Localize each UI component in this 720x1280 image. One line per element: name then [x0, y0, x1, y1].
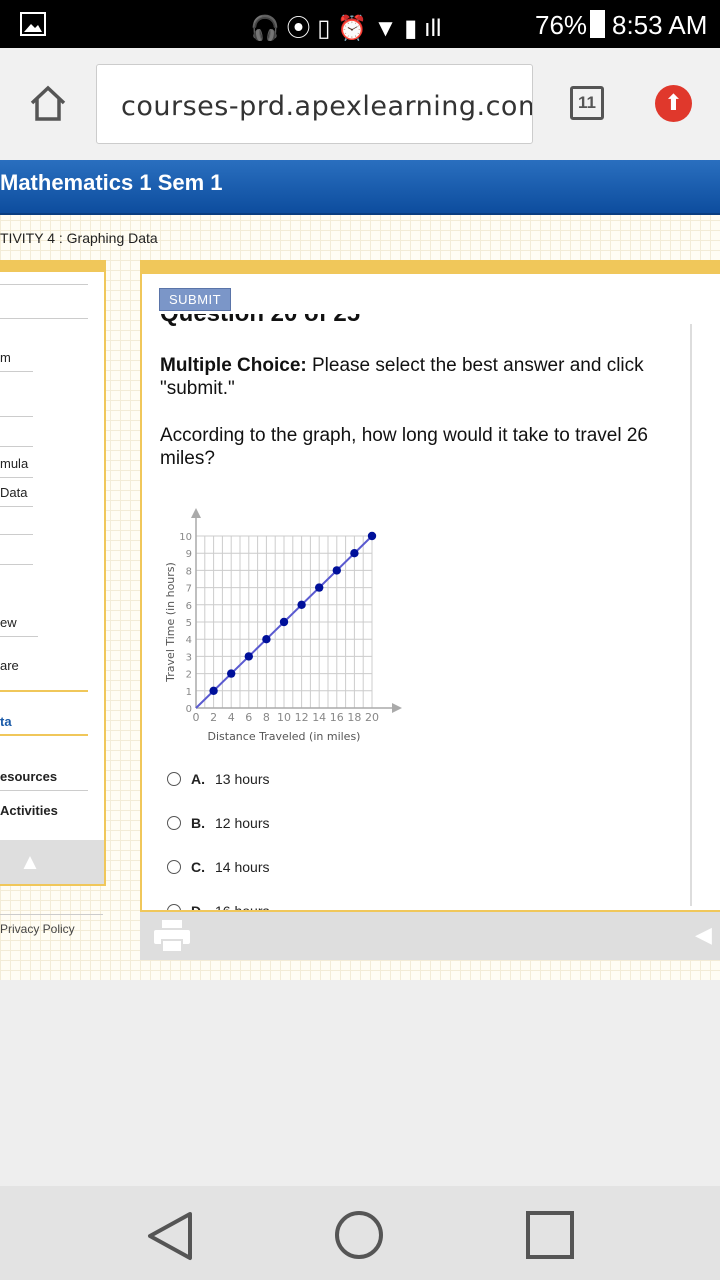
sidebar-item[interactable]: esources: [0, 769, 88, 791]
battery-percent: 76%: [535, 10, 588, 40]
tabs-button[interactable]: 11: [570, 86, 604, 120]
x-tick-label: 4: [228, 711, 235, 724]
home-circle-icon[interactable]: [334, 1210, 384, 1260]
data-point: [244, 652, 253, 661]
sidebar-item[interactable]: Activities: [0, 803, 88, 825]
data-point: [315, 583, 324, 592]
x-tick-label: 14: [312, 711, 326, 724]
divider: [0, 416, 33, 417]
scrollbar[interactable]: [690, 324, 692, 906]
data-point: [227, 669, 236, 678]
y-tick-label: 2: [186, 670, 192, 681]
option-text: 13 hours: [215, 771, 270, 787]
divider: [0, 597, 38, 611]
sidebar-item[interactable]: m: [0, 350, 33, 372]
y-tick-label: 8: [186, 566, 192, 577]
panel-footer: ◀: [140, 910, 720, 960]
x-axis-label: Distance Traveled (in miles): [208, 730, 361, 743]
data-point: [367, 531, 377, 541]
radio-button[interactable]: [167, 772, 181, 786]
course-header: Mathematics 1 Sem 1: [0, 160, 720, 215]
y-tick-label: 0: [186, 704, 192, 715]
data-point: [297, 600, 306, 609]
instruction: Multiple Choice: Please select the best …: [160, 354, 680, 400]
x-tick-label: 10: [277, 711, 291, 724]
x-axis-arrow: [392, 703, 402, 713]
status-bar: 🎧 ⦿ ▯ ⏰ ▼ ▮ ıll 76% 8:53 AM: [0, 0, 720, 48]
divider: [0, 318, 88, 319]
x-tick-label: 0: [193, 711, 200, 724]
option-text: 14 hours: [215, 859, 270, 875]
update-icon[interactable]: ⬆: [655, 85, 692, 122]
privacy-policy-link[interactable]: Privacy Policy: [0, 914, 103, 936]
y-tick-label: 1: [186, 687, 192, 698]
back-arrow-icon[interactable]: ◀: [695, 922, 712, 948]
sidebar-item[interactable]: ew: [0, 615, 38, 637]
radio-button[interactable]: [167, 860, 181, 874]
scroll-top-button[interactable]: ▲: [0, 840, 104, 884]
y-tick-label: 9: [186, 549, 192, 560]
option-letter: B.: [191, 815, 205, 831]
x-tick-label: 16: [330, 711, 344, 724]
course-title: Mathematics 1 Sem 1: [0, 170, 223, 195]
option-letter: A.: [191, 771, 205, 787]
x-tick-label: 18: [347, 711, 361, 724]
battery-icon: [590, 10, 605, 38]
y-tick-label: 5: [186, 618, 192, 629]
submit-button[interactable]: SUBMIT: [159, 288, 232, 311]
x-tick-label: 20: [365, 711, 379, 724]
divider: [0, 564, 33, 565]
home-icon[interactable]: [28, 84, 68, 122]
y-axis-label: Travel Time (in hours): [164, 562, 177, 683]
divider: [0, 446, 33, 447]
divider: [0, 534, 33, 535]
answer-option[interactable]: C. 14 hours: [167, 859, 269, 875]
data-point: [350, 549, 359, 558]
question-prompt: According to the graph, how long would i…: [160, 425, 648, 469]
sidebar-item[interactable]: mula: [0, 456, 33, 478]
print-icon[interactable]: [154, 920, 190, 952]
answer-option[interactable]: B. 12 hours: [167, 815, 269, 831]
course-page: Mathematics 1 Sem 1 TIVITY 4 : Graphing …: [0, 160, 720, 980]
sidebar: m mula Data ew are ta esources Activitie…: [0, 260, 106, 886]
browser-toolbar: courses-prd.apexlearning.com 11 ⬆: [0, 48, 720, 160]
breadcrumb: TIVITY 4 : Graphing Data: [0, 230, 158, 246]
x-tick-label: 2: [210, 711, 217, 724]
sidebar-item[interactable]: Data: [0, 485, 33, 507]
x-tick-label: 12: [295, 711, 309, 724]
back-icon[interactable]: [146, 1210, 194, 1262]
x-tick-label: 8: [263, 711, 270, 724]
option-text: 12 hours: [215, 815, 270, 831]
status-icons: 🎧 ⦿ ▯ ⏰ ▼ ▮ ıll: [250, 15, 442, 42]
answer-option[interactable]: A. 13 hours: [167, 771, 269, 787]
y-tick-label: 6: [186, 601, 192, 612]
data-point: [279, 617, 289, 627]
data-point: [262, 635, 271, 644]
y-tick-label: 4: [186, 635, 192, 646]
data-point: [209, 686, 218, 695]
travel-chart: 0 2 4 6 8 10 12 14 16 18 20012345678910Distance Tr…: [164, 508, 402, 743]
question-title-text: Question 20 of 25: [160, 314, 360, 327]
sidebar-item-active[interactable]: ta: [0, 714, 88, 736]
y-tick-label: 3: [186, 652, 192, 663]
sidebar-item[interactable]: are: [0, 658, 88, 692]
divider: [0, 284, 88, 285]
recents-icon[interactable]: [525, 1210, 575, 1260]
y-tick-label: 7: [186, 584, 192, 595]
clock: 8:53 AM: [612, 10, 708, 40]
data-point: [332, 566, 341, 575]
y-axis-arrow: [191, 508, 201, 518]
x-tick-label: 6: [245, 711, 252, 724]
android-nav-bar: [0, 1186, 720, 1280]
radio-button[interactable]: [167, 816, 181, 830]
question-title: Question 20 of 25: [160, 314, 360, 327]
gallery-icon: [20, 12, 46, 36]
question-panel: SUBMIT Question 20 of 25 Multiple Choice…: [140, 260, 720, 960]
y-tick-label: 10: [179, 532, 192, 543]
url-bar[interactable]: courses-prd.apexlearning.com: [96, 64, 533, 144]
option-letter: C.: [191, 859, 205, 875]
instruction-label: Multiple Choice:: [160, 355, 307, 376]
